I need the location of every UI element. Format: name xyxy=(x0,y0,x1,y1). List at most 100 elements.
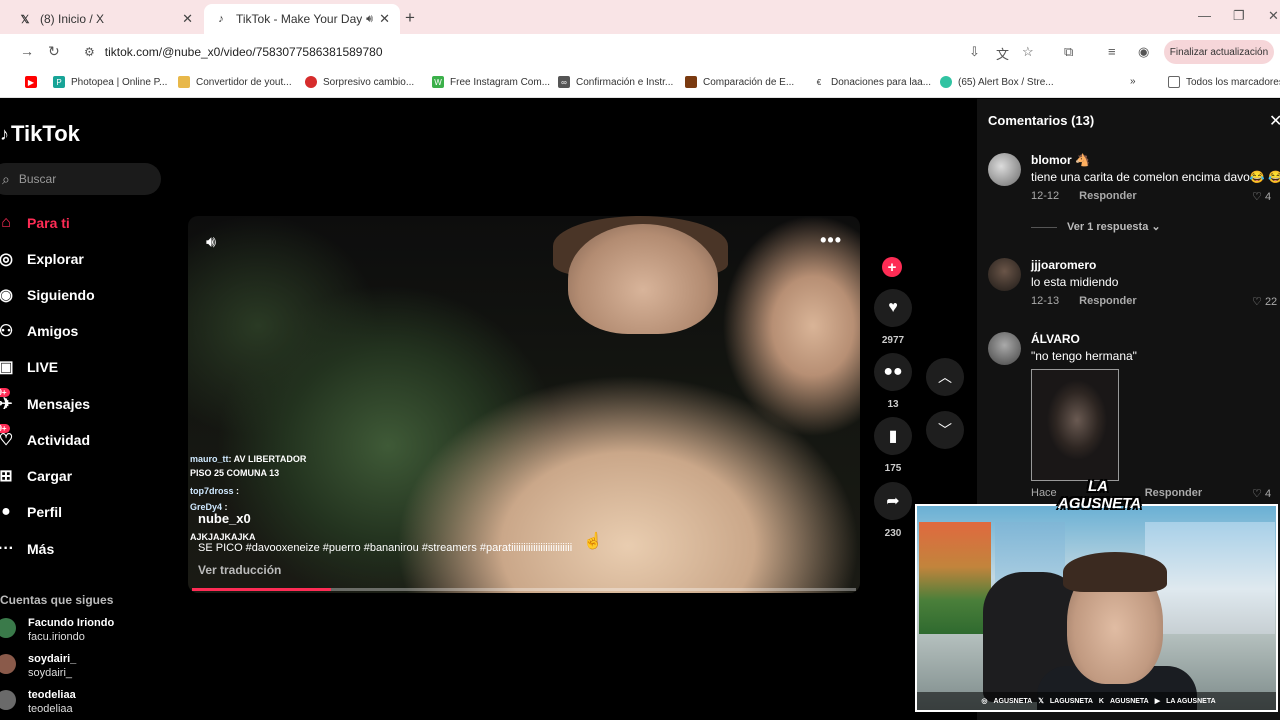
translate-icon[interactable]: 文 xyxy=(996,44,1009,63)
following-account[interactable]: teodeliaa teodeliaa xyxy=(0,688,76,716)
close-window-icon[interactable]: ✕ xyxy=(1268,8,1279,24)
tiktok-logo[interactable]: ♪ TikTok xyxy=(0,121,80,147)
update-button[interactable]: Finalizar actualización xyxy=(1164,40,1274,64)
comment-like[interactable]: ♡ 4 xyxy=(1252,487,1271,500)
reply-button[interactable]: Responder xyxy=(1145,487,1202,499)
share-button[interactable]: ➦ 230 xyxy=(872,482,914,539)
minimize-icon[interactable]: — xyxy=(1198,8,1211,23)
follow-plus-icon[interactable]: + xyxy=(882,257,902,277)
heart-outline-icon: ♡ xyxy=(1252,191,1262,203)
bookmark-item[interactable]: Comparación de E... xyxy=(685,76,794,88)
bookmark-item[interactable]: Sorpresivo cambio... xyxy=(305,76,414,88)
reply-button[interactable]: Responder xyxy=(1079,295,1136,307)
bookmark-item[interactable]: € Donaciones para laa... xyxy=(813,76,931,88)
bookmark-item[interactable]: Convertidor de yout... xyxy=(178,76,292,88)
bookmark-star-icon[interactable]: ☆ xyxy=(1022,44,1034,60)
profile-icon[interactable]: ◉ xyxy=(1138,44,1149,60)
comment-date: Hace xyxy=(1031,487,1057,499)
sidebar-item-siguiendo[interactable]: ◉ Siguiendo xyxy=(0,283,95,307)
sidebar-item-cargar[interactable]: ⊞ Cargar xyxy=(0,464,72,488)
sidebar-item-mas[interactable]: ··· Más xyxy=(0,537,54,561)
video-author[interactable]: nube_x0 xyxy=(198,511,251,526)
sidebar-item-label: Cargar xyxy=(27,468,73,484)
sidebar-item-label: Actividad xyxy=(27,432,91,448)
chevron-down-icon: ⌄ xyxy=(1151,221,1161,233)
sidebar-item-actividad[interactable]: ♡99+ Actividad xyxy=(0,424,91,452)
unread-badge: 99+ xyxy=(0,424,10,433)
heart-icon[interactable]: ♥ xyxy=(874,289,912,327)
reply-button[interactable]: Responder xyxy=(1079,190,1136,202)
comment-image[interactable] xyxy=(1031,369,1119,481)
install-icon[interactable]: ⇩ xyxy=(969,44,980,60)
account-username: facu.iriondo xyxy=(28,631,85,643)
more-options-icon[interactable]: ••• xyxy=(820,230,842,251)
view-replies-link[interactable]: Ver 1 respuesta ⌄ xyxy=(1031,220,1161,233)
divider xyxy=(1031,226,1057,228)
site-info-icon[interactable]: ⚙ xyxy=(84,45,95,59)
translate-link[interactable]: Ver traducción xyxy=(198,563,281,577)
save-count: 175 xyxy=(884,463,902,474)
stream-logo: LA AGUSNETA xyxy=(1058,478,1142,512)
bookmark-item[interactable]: ∞ Confirmación e Instr... xyxy=(558,76,673,88)
previous-video-button[interactable]: ︿ xyxy=(926,358,964,396)
restore-icon[interactable]: ❐ xyxy=(1233,8,1245,24)
sidebar-item-para-ti[interactable]: ⌂ Para ti xyxy=(0,211,70,235)
comment-user[interactable]: blomor 🐴 xyxy=(1031,153,1090,167)
close-tab-icon[interactable]: ✕ xyxy=(379,11,390,27)
following-account[interactable]: soydairi_ soydairi_ xyxy=(0,652,76,680)
share-icon[interactable]: ➦ xyxy=(874,482,912,520)
avatar[interactable] xyxy=(988,258,1021,291)
search-input[interactable] xyxy=(18,172,139,186)
heart-outline-icon: ♡ xyxy=(1252,296,1262,308)
youtube-icon: ▶ xyxy=(25,76,37,88)
tab-tiktok[interactable]: ♪ TikTok - Make Your Day 🔊︎ ✕ xyxy=(204,4,400,34)
account-username: teodeliaa xyxy=(28,703,73,715)
bookmark-item[interactable]: ▶ xyxy=(25,76,43,88)
bookmark-item[interactable]: P Photopea | Online P... xyxy=(53,76,167,88)
forward-icon[interactable]: → xyxy=(20,43,34,59)
url-field[interactable]: ⚙ tiktok.com/@nube_x0/video/758307758638… xyxy=(76,39,956,65)
bookmark-icon[interactable]: ▮ xyxy=(874,417,912,455)
comment-user[interactable]: ÁLVARO xyxy=(1031,332,1080,346)
tab-x-inicio[interactable]: 𝕏 (8) Inicio / X ✕ xyxy=(8,4,203,34)
media-control-icon[interactable]: ≡ xyxy=(1108,44,1116,59)
volume-icon[interactable]: 🔊︎ xyxy=(206,234,216,252)
social-handle: AGUSNETA xyxy=(993,697,1033,705)
reload-icon[interactable]: ↻ xyxy=(48,43,60,60)
sidebar-item-perfil[interactable]: ● Perfil xyxy=(0,500,62,524)
new-tab-icon[interactable]: + xyxy=(405,8,415,28)
comment-like[interactable]: ♡ 4 xyxy=(1252,190,1271,203)
all-bookmarks[interactable]: Todos los marcadores xyxy=(1168,76,1280,88)
video-progress-bar[interactable] xyxy=(192,588,856,591)
bookmark-item[interactable]: (65) Alert Box / Stre... xyxy=(940,76,1054,88)
avatar[interactable] xyxy=(988,332,1021,365)
logo-text: TikTok xyxy=(11,121,80,146)
close-tab-icon[interactable]: ✕ xyxy=(182,11,193,27)
extensions-icon[interactable]: ⧉ xyxy=(1064,44,1073,60)
following-account[interactable]: Facundo Iriondo facu.iriondo xyxy=(0,616,114,644)
sidebar-item-amigos[interactable]: ⚇ Amigos xyxy=(0,319,78,343)
profile-icon: ● xyxy=(1,503,11,520)
save-button[interactable]: ▮ 175 xyxy=(872,417,914,474)
close-icon[interactable]: ✕ xyxy=(1269,111,1280,131)
next-video-button[interactable]: ﹀ xyxy=(926,411,964,449)
sidebar-item-mensajes[interactable]: ✈99+ Mensajes xyxy=(0,388,90,416)
comment-like[interactable]: ♡ 22 xyxy=(1252,295,1277,308)
avatar[interactable] xyxy=(988,153,1021,186)
comment-text: tiene una carita de comelon encima davo😂… xyxy=(1031,170,1280,184)
comment-button[interactable]: ●● 13 xyxy=(872,353,914,410)
search-box[interactable]: ⌕ xyxy=(0,163,161,195)
account-name: teodeliaa xyxy=(28,689,76,701)
comment-user[interactable]: jjjoaromero xyxy=(1031,258,1096,272)
bookmark-item[interactable]: W Free Instagram Com... xyxy=(432,76,550,88)
speaker-icon[interactable]: 🔊︎ xyxy=(366,13,373,26)
like-button[interactable]: ♥ 2977 xyxy=(872,289,914,346)
live-icon: ▣ xyxy=(0,359,14,376)
sidebar-item-live[interactable]: ▣ LIVE xyxy=(0,355,58,379)
x-logo-icon: 𝕏 xyxy=(1038,698,1044,705)
comment-text: lo esta midiendo xyxy=(1031,275,1119,289)
more-bookmarks-icon[interactable]: » xyxy=(1130,76,1136,87)
sidebar-item-explorar[interactable]: ◎ Explorar xyxy=(0,247,84,271)
video-player[interactable]: 🔊︎ ••• mauro_tt: AV LIBERTADOR PISO 25 C… xyxy=(188,216,860,593)
comment-icon[interactable]: ●● xyxy=(874,353,912,391)
